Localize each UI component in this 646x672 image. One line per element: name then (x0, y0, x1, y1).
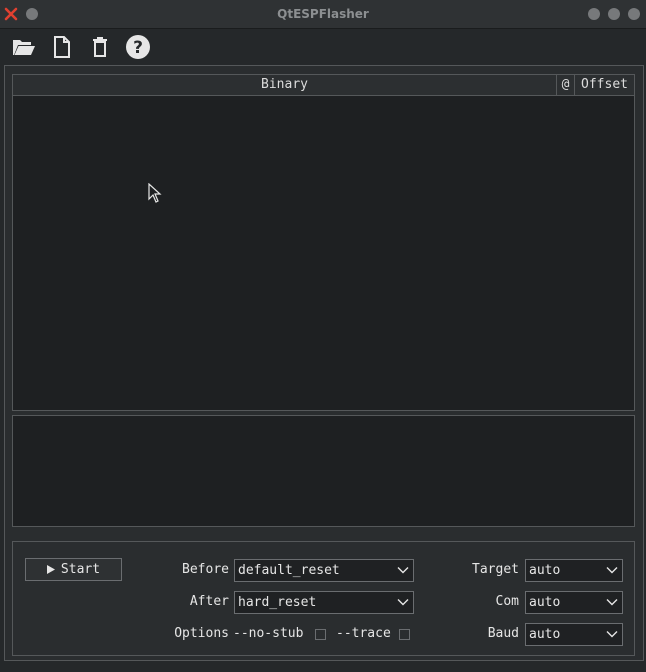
column-header-offset[interactable]: Offset (575, 75, 634, 95)
central-panel: Binary @ Offset Start Before default_res… (4, 65, 644, 661)
target-select-value: auto (529, 563, 561, 578)
before-select[interactable]: default_reset (234, 559, 414, 582)
play-icon (46, 565, 55, 574)
window-title: QtESPFlasher (277, 7, 369, 21)
open-file-button[interactable] (10, 33, 38, 61)
help-icon: ? (126, 35, 150, 59)
start-button-label: Start (60, 562, 101, 577)
start-button[interactable]: Start (25, 558, 122, 581)
title-bar[interactable]: QtESPFlasher (0, 0, 646, 29)
svg-text:?: ? (133, 38, 143, 58)
maximize-window-icon[interactable] (628, 8, 640, 20)
table-header: Binary @ Offset (13, 75, 634, 96)
before-label: Before (182, 562, 229, 577)
baud-select-value: auto (529, 627, 561, 642)
binary-table[interactable]: Binary @ Offset (12, 74, 635, 411)
chevron-down-icon (397, 599, 409, 606)
trace-checkbox[interactable] (399, 629, 410, 640)
delete-button[interactable] (86, 33, 114, 61)
com-label: Com (495, 594, 519, 609)
main-window: QtESPFlasher ? Binary @ Offset Start Bef… (0, 0, 646, 672)
after-select[interactable]: hard_reset (234, 591, 414, 614)
chevron-down-icon (397, 567, 409, 574)
no-stub-checkbox[interactable] (315, 629, 326, 640)
target-select[interactable]: auto (525, 559, 623, 582)
help-button[interactable]: ? (124, 33, 152, 61)
minimize-window-icon-right[interactable] (608, 8, 620, 20)
baud-select[interactable]: auto (525, 623, 623, 646)
chevron-down-icon (606, 599, 618, 606)
after-select-value: hard_reset (238, 595, 317, 610)
trace-label: --trace (336, 626, 391, 641)
chevron-down-icon (606, 567, 618, 574)
options-label: Options (174, 626, 229, 641)
com-select-value: auto (529, 595, 561, 610)
log-output[interactable] (12, 415, 635, 527)
after-label: After (189, 594, 229, 609)
column-header-at[interactable]: @ (557, 75, 575, 95)
chevron-down-icon (606, 631, 618, 638)
toolbar: ? (0, 29, 646, 65)
new-file-icon (54, 36, 70, 58)
folder-open-icon (13, 40, 35, 55)
baud-label: Baud (487, 626, 519, 641)
before-select-value: default_reset (238, 563, 340, 578)
no-stub-label: --no-stub (233, 626, 304, 641)
mouse-cursor-icon (148, 183, 162, 203)
new-file-button[interactable] (48, 33, 76, 61)
com-select[interactable]: auto (525, 591, 623, 614)
shade-window-icon[interactable] (588, 8, 600, 20)
flash-settings-panel: Start Before default_reset After hard_re… (12, 541, 635, 656)
column-header-binary[interactable]: Binary (13, 75, 557, 95)
trash-icon (93, 37, 107, 57)
target-label: Target (472, 562, 519, 577)
